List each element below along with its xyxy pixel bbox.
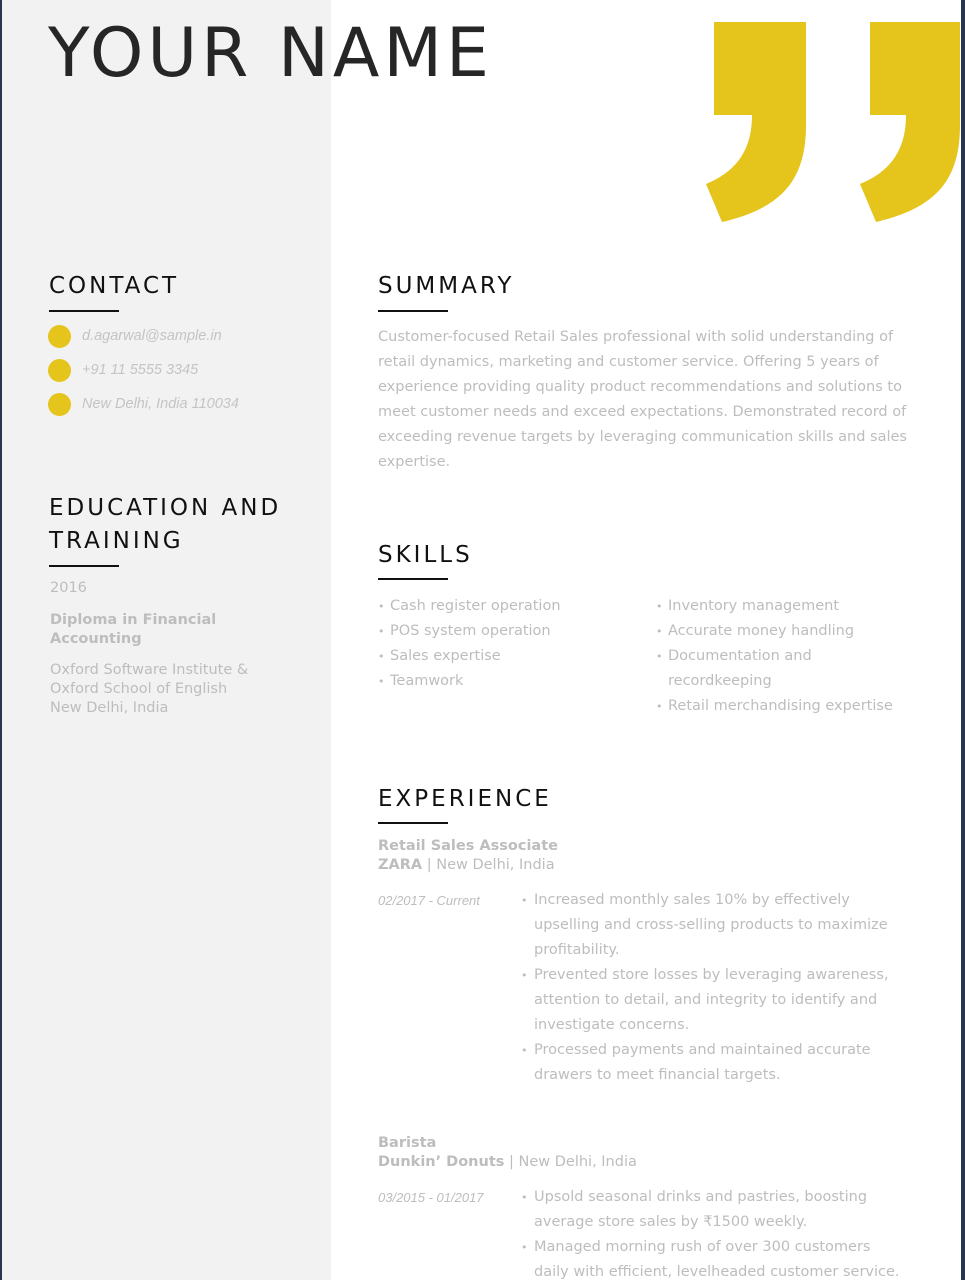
- job-company-line: Dunkin’ Donuts | New Delhi, India: [378, 1154, 637, 1170]
- job-bullets: Increased monthly sales 10% by effective…: [521, 888, 906, 1088]
- contact-email: d.agarwal@sample.in: [48, 324, 222, 348]
- job-location: | New Delhi, India: [422, 857, 555, 873]
- dot-icon: [48, 392, 71, 416]
- contact-address-text: New Delhi, India 110034: [82, 396, 239, 412]
- education-location: New Delhi, India: [50, 700, 169, 716]
- dot-icon: [48, 324, 71, 348]
- education-year: 2016: [50, 580, 87, 596]
- job-dates: 03/2015 - 01/2017: [378, 1190, 484, 1205]
- job-location: | New Delhi, India: [504, 1154, 637, 1170]
- summary-heading: SUMMARY: [378, 273, 515, 299]
- experience-heading: EXPERIENCE: [378, 786, 552, 812]
- skills-heading: SKILLS: [378, 542, 473, 568]
- job-title: Retail Sales Associate: [378, 838, 558, 854]
- skill-item: Cash register operation: [378, 594, 638, 619]
- contact-email-text: d.agarwal@sample.in: [82, 328, 222, 344]
- job-bullet: Processed payments and maintained accura…: [521, 1038, 906, 1088]
- job-company-line: ZARA | New Delhi, India: [378, 857, 555, 873]
- skill-item: Inventory management: [656, 594, 901, 619]
- skill-item: POS system operation: [378, 619, 638, 644]
- contact-address: New Delhi, India 110034: [48, 392, 239, 416]
- job-company: ZARA: [378, 857, 423, 873]
- skill-item: Retail merchandising expertise: [656, 694, 901, 719]
- contact-phone-text: +91 11 5555 3345: [82, 362, 199, 378]
- experience-underline: [378, 822, 448, 824]
- education-school-line: Oxford Software Institute &: [50, 662, 249, 678]
- skill-item: Sales expertise: [378, 644, 638, 669]
- contact-heading: CONTACT: [49, 273, 180, 299]
- skill-item: Teamwork: [378, 669, 638, 694]
- job-bullet: Upsold seasonal drinks and pastries, boo…: [521, 1185, 906, 1235]
- quote-mark-icon: [706, 22, 960, 222]
- education-underline: [49, 565, 119, 567]
- summary-text: Customer-focused Retail Sales profession…: [378, 329, 907, 470]
- skill-item: Accurate money handling: [656, 619, 901, 644]
- education-heading-line2: TRAINING: [49, 528, 184, 554]
- skills-list-right: Inventory management Accurate money hand…: [656, 594, 901, 719]
- education-school-line: Oxford School of English: [50, 681, 228, 697]
- job-dates: 02/2017 - Current: [378, 893, 480, 908]
- dot-icon: [48, 358, 71, 382]
- contact-phone: +91 11 5555 3345: [48, 358, 198, 382]
- name-title: YOUR NAME: [48, 14, 493, 93]
- education-heading: EDUCATION AND TRAINING: [49, 492, 281, 558]
- skill-item: Documentation and recordkeeping: [656, 644, 901, 694]
- education-degree: Diploma in Financial Accounting: [50, 612, 217, 647]
- skills-underline: [378, 578, 448, 580]
- job-bullets: Upsold seasonal drinks and pastries, boo…: [521, 1185, 906, 1285]
- summary-underline: [378, 310, 448, 312]
- job-bullet: Managed morning rush of over 300 custome…: [521, 1235, 906, 1285]
- job-company: Dunkin’ Donuts: [378, 1154, 505, 1170]
- skills-list-left: Cash register operation POS system opera…: [378, 594, 638, 694]
- job-bullet: Increased monthly sales 10% by effective…: [521, 888, 906, 963]
- job-bullet: Prevented store losses by leveraging awa…: [521, 963, 906, 1038]
- education-school: Oxford Software Institute & Oxford Schoo…: [50, 661, 290, 718]
- job-title: Barista: [378, 1135, 437, 1151]
- education-heading-line1: EDUCATION AND: [49, 495, 282, 521]
- contact-underline: [49, 310, 119, 312]
